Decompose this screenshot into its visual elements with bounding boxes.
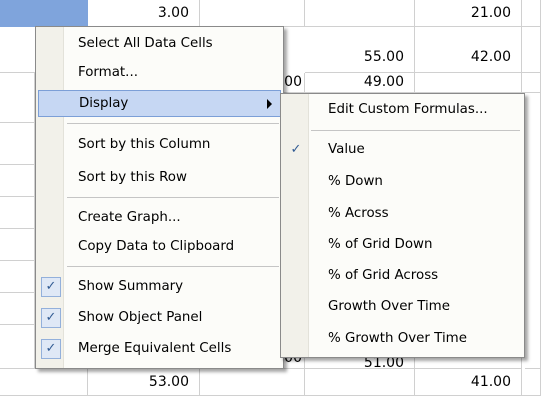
menu-item-show-summary[interactable]: ✓ Show Summary xyxy=(38,274,281,301)
grid-cell[interactable] xyxy=(0,229,35,261)
menu-item-show-object-panel[interactable]: ✓ Show Object Panel xyxy=(38,305,281,332)
checkmark-icon: ✓ xyxy=(41,339,61,359)
menu-separator xyxy=(67,266,279,267)
menu-separator xyxy=(311,130,520,131)
submenu-item-percent-growth-over-time[interactable]: % Growth Over Time xyxy=(283,326,522,353)
menu-separator xyxy=(67,123,279,124)
menu-item-sort-by-column[interactable]: Sort by this Column xyxy=(38,132,281,159)
grid-cell[interactable]: 41.00 xyxy=(415,369,522,396)
submenu-arrow-icon xyxy=(267,99,272,109)
submenu-item-growth-over-time[interactable]: Growth Over Time xyxy=(283,294,522,321)
menu-item-merge-equivalent-cells[interactable]: ✓ Merge Equivalent Cells xyxy=(38,336,281,363)
submenu-item-percent-grid-down[interactable]: % of Grid Down xyxy=(283,232,522,259)
grid-cell[interactable] xyxy=(522,73,541,93)
menu-item-copy-to-clipboard[interactable]: Copy Data to Clipboard xyxy=(38,234,281,261)
grid-cell[interactable]: 55.00 xyxy=(305,27,415,73)
grid-cell[interactable] xyxy=(0,293,35,325)
menu-item-label: Show Summary xyxy=(78,279,184,294)
display-submenu: Edit Custom Formulas... ✓ Value % Down %… xyxy=(280,93,525,358)
grid-cell[interactable]: 00 xyxy=(284,73,305,93)
menu-item-sort-by-row[interactable]: Sort by this Row xyxy=(38,165,281,192)
grid-cell[interactable] xyxy=(0,123,35,165)
grid-cell[interactable] xyxy=(0,369,88,396)
checkmark-icon: ✓ xyxy=(290,142,302,157)
grid-cell[interactable]: 53.00 xyxy=(88,369,200,396)
grid-cell[interactable]: 3.00 xyxy=(88,0,200,27)
grid-cell[interactable] xyxy=(415,358,522,369)
menu-item-display[interactable]: Display xyxy=(38,90,281,117)
menu-item-label: Merge Equivalent Cells xyxy=(78,341,232,356)
grid-cell[interactable]: 51.00 xyxy=(305,358,415,369)
grid-cell[interactable] xyxy=(415,73,522,93)
menu-item-format[interactable]: Format... xyxy=(38,60,281,87)
grid-cell[interactable]: 49.00 xyxy=(305,73,415,93)
checkmark-icon: ✓ xyxy=(41,308,61,328)
grid-cell[interactable]: 42.00 xyxy=(415,27,522,73)
menu-item-label: Display xyxy=(79,96,129,111)
grid-cell[interactable] xyxy=(305,0,415,27)
grid-cell[interactable] xyxy=(0,261,35,293)
grid-cell[interactable] xyxy=(525,93,541,369)
menu-item-label: Value xyxy=(328,142,365,157)
grid-cell[interactable] xyxy=(0,165,35,197)
context-menu: Select All Data Cells Format... Display … xyxy=(35,26,284,369)
grid-cell[interactable] xyxy=(0,325,35,369)
grid-cell[interactable] xyxy=(522,0,541,27)
menu-item-label: Show Object Panel xyxy=(78,310,203,325)
grid-cell[interactable] xyxy=(0,197,35,229)
selected-cell[interactable] xyxy=(0,0,88,27)
menu-separator xyxy=(67,197,279,198)
submenu-item-percent-grid-across[interactable]: % of Grid Across xyxy=(283,263,522,290)
submenu-item-percent-across[interactable]: % Across xyxy=(283,201,522,228)
grid-cell[interactable] xyxy=(522,369,541,396)
grid-cell[interactable]: 21.00 xyxy=(415,0,522,27)
grid-cell[interactable] xyxy=(522,27,541,73)
checkmark-icon: ✓ xyxy=(41,277,61,297)
menu-item-select-all-data-cells[interactable]: Select All Data Cells xyxy=(38,31,281,58)
submenu-item-edit-custom-formulas[interactable]: Edit Custom Formulas... xyxy=(283,97,522,124)
grid-cell[interactable] xyxy=(0,73,35,123)
grid-cell[interactable] xyxy=(200,0,305,27)
menu-item-create-graph[interactable]: Create Graph... xyxy=(38,205,281,232)
submenu-item-value[interactable]: ✓ Value xyxy=(283,137,522,164)
grid-cell[interactable] xyxy=(200,369,305,396)
submenu-item-percent-down[interactable]: % Down xyxy=(283,169,522,196)
grid-cell[interactable] xyxy=(305,369,415,396)
